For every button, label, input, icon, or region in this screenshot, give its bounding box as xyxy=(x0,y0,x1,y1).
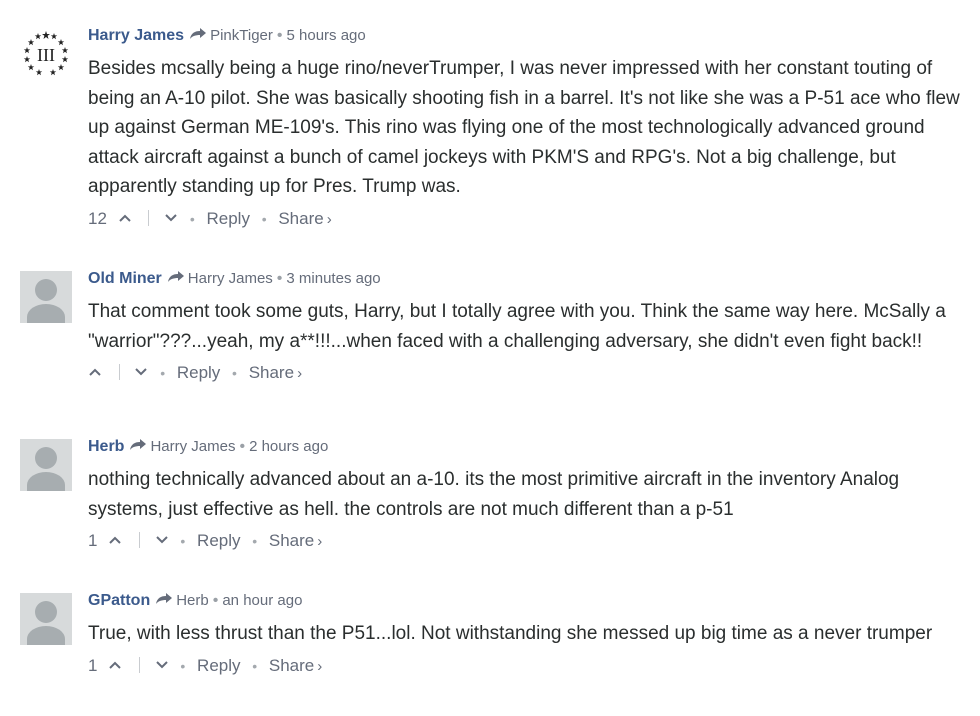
comment-header: Old Miner Harry James • 3 minutes ago xyxy=(88,269,962,289)
share-link[interactable]: Share › xyxy=(269,656,322,675)
comment-footer: 12 • Reply • Share › xyxy=(88,208,962,231)
separator-dot: • xyxy=(261,210,267,227)
comment-text: True, with less thrust than the P51...lo… xyxy=(88,623,933,644)
comment-footer: 1 • Reply • Share › xyxy=(88,655,962,678)
author-name[interactable]: Old Miner xyxy=(88,270,162,287)
avatar-shoulders-shape xyxy=(27,304,65,323)
reply-arrow-icon xyxy=(130,439,147,450)
comment-header: GPatton Herb • an hour ago xyxy=(88,591,962,611)
share-link[interactable]: Share › xyxy=(278,209,331,228)
upvote-count: 1 xyxy=(88,531,98,551)
comment-text: That comment took some guts, Harry, but … xyxy=(88,301,946,352)
reply-arrow-icon xyxy=(167,271,184,282)
share-label: Share xyxy=(278,208,324,228)
separator-dot: • xyxy=(239,438,246,455)
reply-link[interactable]: Reply xyxy=(207,209,250,228)
comment-header: Harry James PinkTiger • 5 hours ago xyxy=(88,26,962,46)
share-label: Share xyxy=(268,655,315,675)
avatar-head-shape xyxy=(35,601,57,623)
share-chevron-icon: › xyxy=(326,210,332,228)
avatar-shoulders-shape xyxy=(27,472,65,491)
reply-link[interactable]: Reply xyxy=(177,363,220,382)
reply-arrow-icon xyxy=(156,593,173,604)
parent-author[interactable]: PinkTiger xyxy=(210,27,273,44)
avatar-head-shape xyxy=(35,279,57,301)
separator-dot: • xyxy=(252,657,258,674)
vote-divider xyxy=(138,656,140,673)
chevron-up-icon[interactable] xyxy=(118,213,132,223)
avatar[interactable] xyxy=(20,439,72,491)
separator-dot: • xyxy=(160,365,166,382)
upvote-count: 1 xyxy=(88,655,98,675)
share-chevron-icon: › xyxy=(297,365,303,383)
separator-dot: • xyxy=(180,657,186,674)
chevron-down-icon[interactable] xyxy=(155,535,169,545)
share-link[interactable]: Share › xyxy=(249,363,302,382)
chevron-down-icon[interactable] xyxy=(155,660,169,670)
share-link[interactable]: Share › xyxy=(269,531,322,550)
separator-dot: • xyxy=(232,365,237,382)
timestamp[interactable]: an hour ago xyxy=(222,592,302,609)
author-name[interactable]: GPatton xyxy=(88,592,150,609)
separator-dot: • xyxy=(189,210,195,227)
share-chevron-icon: › xyxy=(317,657,323,675)
chevron-up-icon[interactable] xyxy=(108,535,122,545)
avatar-shoulders-shape xyxy=(27,626,65,645)
comment-header: Herb Harry James • 2 hours ago xyxy=(88,437,962,457)
timestamp[interactable]: 2 hours ago xyxy=(249,438,328,455)
author-name[interactable]: Herb xyxy=(88,438,124,455)
reply-link[interactable]: Reply xyxy=(197,531,240,550)
chevron-up-icon[interactable] xyxy=(88,367,102,377)
reply-arrow-icon xyxy=(190,28,207,39)
share-chevron-icon: › xyxy=(317,533,323,551)
avatar-head-shape xyxy=(35,447,57,469)
upvote-count: 12 xyxy=(88,208,107,228)
comment-text: nothing technically advanced about an a-… xyxy=(88,469,900,520)
parent-author[interactable]: Herb xyxy=(176,592,209,609)
avatar[interactable]: III xyxy=(20,28,72,80)
separator-dot: • xyxy=(212,592,219,609)
chevron-up-icon[interactable] xyxy=(108,660,122,670)
share-label: Share xyxy=(248,363,295,383)
reply-link[interactable]: Reply xyxy=(197,656,240,675)
comment-footer: 1 • Reply • Share › xyxy=(88,530,962,553)
parent-author[interactable]: Harry James xyxy=(188,270,273,287)
separator-dot: • xyxy=(252,533,258,550)
chevron-down-icon[interactable] xyxy=(134,367,148,377)
chevron-down-icon[interactable] xyxy=(164,213,178,223)
parent-author[interactable]: Harry James xyxy=(150,438,235,455)
avatar[interactable] xyxy=(20,593,72,645)
avatar-iii-text: III xyxy=(37,45,55,65)
vote-divider xyxy=(138,532,140,549)
timestamp[interactable]: 3 minutes ago xyxy=(286,270,380,287)
separator-dot: • xyxy=(276,27,283,44)
comment-footer: • Reply • Share › xyxy=(88,362,962,385)
three-percenter-logo-icon: III xyxy=(23,31,69,76)
vote-divider xyxy=(148,209,150,226)
avatar[interactable] xyxy=(20,271,72,323)
share-label: Share xyxy=(268,531,315,551)
timestamp[interactable]: 5 hours ago xyxy=(287,27,366,44)
comment-text: Besides mcsally being a huge rino/neverT… xyxy=(88,58,960,198)
separator-dot: • xyxy=(276,270,283,287)
vote-divider xyxy=(118,364,120,381)
author-name[interactable]: Harry James xyxy=(88,27,184,44)
separator-dot: • xyxy=(180,533,186,550)
